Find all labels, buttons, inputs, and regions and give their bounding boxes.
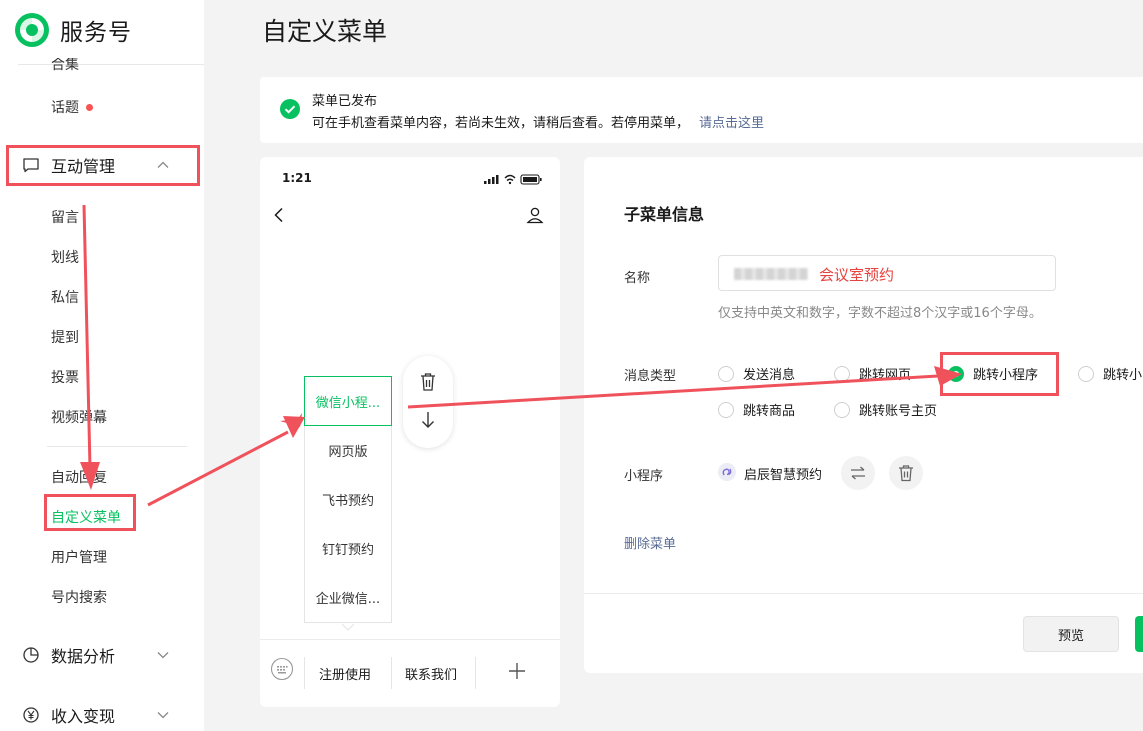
yuan-icon [23,707,39,723]
radio-icon [718,365,734,382]
profile-icon[interactable] [526,206,544,224]
notice-body-text: 可在手机查看菜单内容，若尚未生效，请稍后查看。若停用菜单， [312,116,690,131]
page-title: 自定义菜单 [262,17,388,46]
sidebar-item-in-account-search[interactable]: 号内搜索 [51,587,107,607]
chevron-down-icon [157,712,169,719]
trash-icon[interactable] [419,372,437,392]
notice-body: 可在手机查看菜单内容，若尚未生效，请稍后查看。若停用菜单， 请点击这里 [312,112,764,131]
name-hint: 仅支持中英文和数字，字数不超过8个汉字或16个字母。 [718,306,1042,321]
miniprogram-name: 启辰智慧预约 [744,468,823,483]
annotation-box-custom-menu [44,494,136,531]
menu-bar-separator [391,657,392,689]
brand[interactable]: 服务号 [14,12,132,48]
radio-icon [718,401,734,418]
disable-menu-link[interactable]: 请点击这里 [699,116,764,131]
swap-icon [851,466,865,480]
menu-name-value: 会议室预约 [819,266,895,284]
brand-divider [18,64,204,65]
sidebar-group-label: 数据分析 [51,647,116,666]
sidebar-divider [47,446,187,447]
sidebar-item-comments[interactable]: 留言 [51,207,79,227]
radio-icon [834,365,850,382]
trash-icon [899,465,913,482]
sidebar-group-income[interactable]: 收入变现 [22,703,172,727]
submenu-item[interactable]: 网页版 [304,426,392,476]
sidebar-item-label: 合集 [51,58,79,72]
preview-button[interactable]: 预览 [1023,616,1119,652]
submenu-item[interactable]: 企业微信... [304,573,392,623]
annotation-box-interaction [6,145,200,186]
menu-name-input[interactable]: 会议室预约 [718,255,1056,291]
sidebar: 服务号 合集 话题 互动管理 留言 划线 私信 提到 投票 视频弹幕 自动回复 … [0,0,204,731]
radio-label: 跳转小 [1103,368,1143,383]
section-title: 子菜单信息 [624,205,705,224]
pie-chart-icon [23,647,39,663]
menu-bar-separator [475,657,476,689]
radio-label: 跳转商品 [743,404,796,419]
brand-name: 服务号 [60,20,132,46]
sidebar-item-votes[interactable]: 投票 [51,367,79,387]
plus-icon[interactable] [508,662,526,680]
sidebar-item-highlights[interactable]: 划线 [51,247,79,267]
status-time: 1:21 [282,171,312,185]
radio-open-account-home[interactable]: 跳转账号主页 [834,400,937,419]
redacted-text [734,268,808,280]
radio-icon [834,401,850,418]
submenu-item-selected[interactable]: 微信小程... [304,376,392,426]
notice-title: 菜单已发布 [312,94,378,109]
remove-miniprogram-button[interactable] [889,456,923,490]
submenu-caret [342,624,354,631]
menu-bar-divider [260,639,560,640]
sidebar-item-collection[interactable]: 合集 [51,58,79,72]
miniprogram-label: 小程序 [624,469,664,484]
annotation-box-miniprogram [940,352,1059,396]
sidebar-item-label: 话题 [51,100,79,116]
radio-icon [1078,365,1094,382]
radio-label: 发送消息 [743,368,796,383]
radio-open-mini-other[interactable]: 跳转小 [1078,364,1142,383]
sidebar-item-topic[interactable]: 话题 [51,97,93,117]
unread-dot [86,103,93,111]
menu-item-tools [403,356,453,448]
keyboard-icon[interactable] [270,657,294,681]
switch-miniprogram-button[interactable] [841,456,875,490]
submenu-info-panel: 子菜单信息 名称 会议室预约 仅支持中英文和数字，字数不超过8个汉字或16个字母… [584,157,1143,673]
sidebar-item-auto-reply[interactable]: 自动回复 [51,467,107,487]
radio-label: 跳转账号主页 [859,404,938,419]
name-label: 名称 [624,271,651,286]
panel-divider [584,593,1143,594]
sidebar-group-data-analysis[interactable]: 数据分析 [22,643,172,667]
chevron-down-icon [157,652,169,659]
radio-send-message[interactable]: 发送消息 [718,364,795,383]
sidebar-item-messages[interactable]: 私信 [51,287,79,307]
sidebar-group-label: 收入变现 [51,707,116,726]
radio-open-product[interactable]: 跳转商品 [718,400,795,419]
main-menu-item-contact[interactable]: 联系我们 [405,664,457,683]
main-menu-item-register[interactable]: 注册使用 [319,664,371,683]
submenu-item[interactable]: 飞书预约 [304,475,392,525]
status-bar-icons [484,174,542,185]
back-arrow-icon[interactable] [272,207,286,223]
sidebar-item-user-management[interactable]: 用户管理 [51,547,107,567]
publish-notice: 菜单已发布 可在手机查看菜单内容，若尚未生效，请稍后查看。若停用菜单， 请点击这里 [260,77,1143,143]
miniprogram-link-icon [718,463,736,481]
move-down-arrow-icon[interactable] [419,410,437,430]
submenu-item[interactable]: 钉钉预约 [304,524,392,574]
success-check-icon [280,99,300,119]
sidebar-item-video-danmaku[interactable]: 视频弹幕 [51,407,107,427]
radio-open-webpage[interactable]: 跳转网页 [834,364,911,383]
menu-bar-separator [304,657,305,689]
radio-label: 跳转网页 [859,368,912,383]
wechat-service-logo-icon [15,13,49,47]
phone-preview: 1:21 微信小程... 网页版 飞书预约 钉钉预约 企业微信... 注册使用 … [260,157,560,707]
sidebar-item-mentions[interactable]: 提到 [51,327,79,347]
save-publish-button[interactable] [1135,616,1143,652]
delete-menu-link[interactable]: 删除菜单 [624,533,676,552]
message-type-label: 消息类型 [624,369,677,384]
